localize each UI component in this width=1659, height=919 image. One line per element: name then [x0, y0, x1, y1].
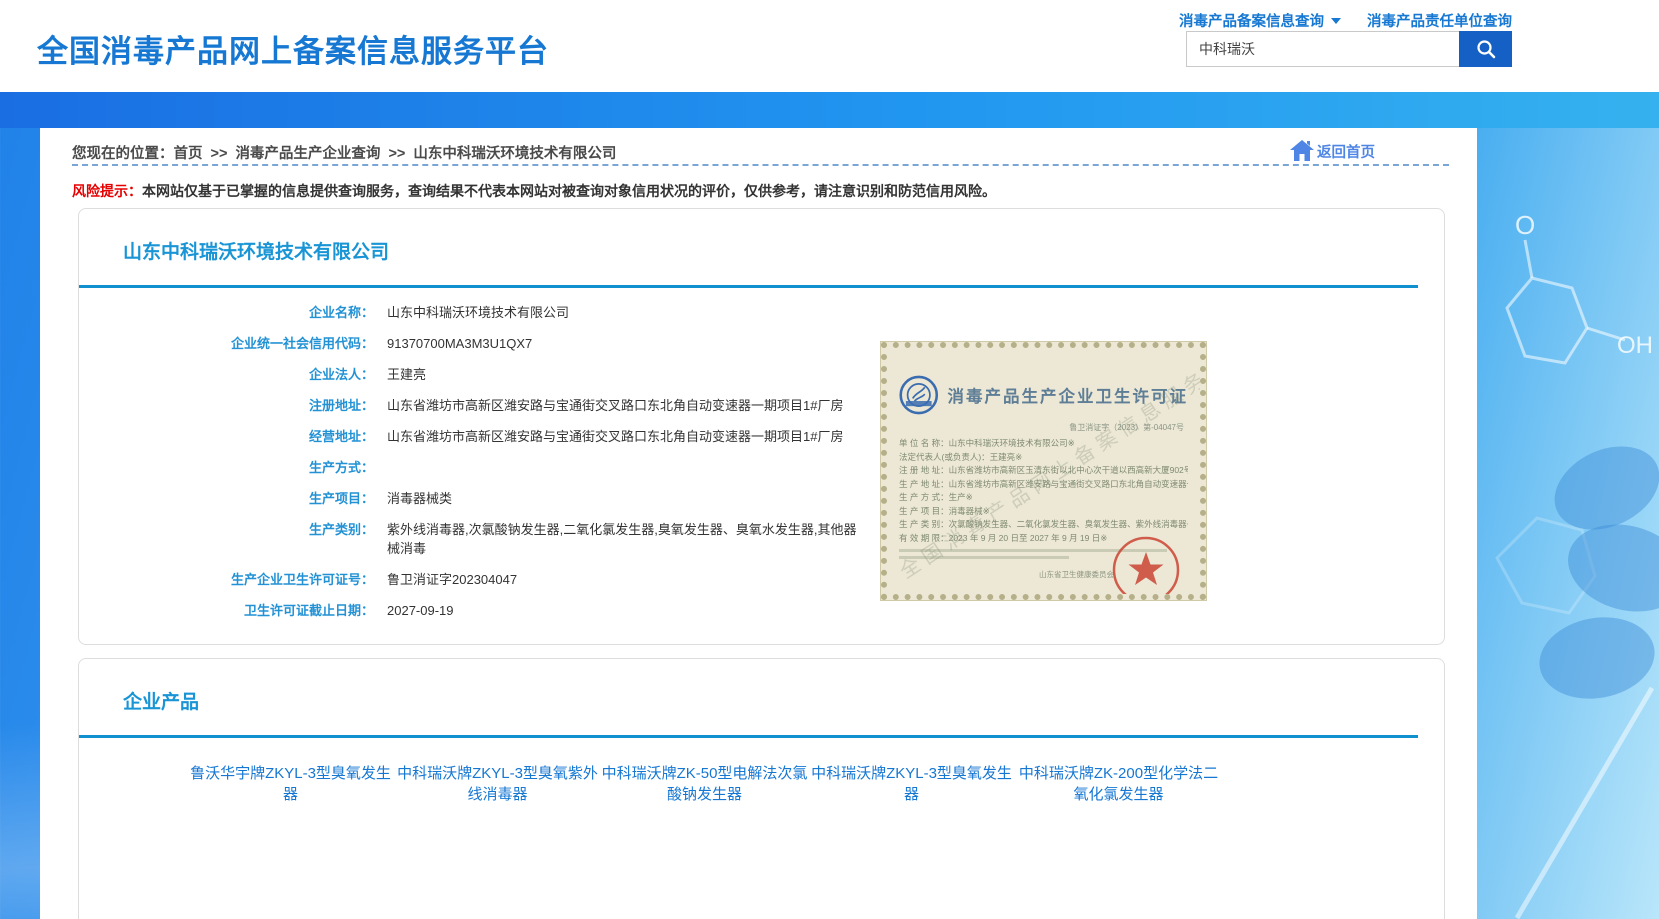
- products-card-title: 企业产品: [123, 687, 199, 714]
- field-label: 生产类别：: [79, 520, 374, 558]
- field-row-credit-code: 企业统一社会信用代码： 91370700MA3M3U1QX7: [79, 334, 939, 353]
- field-value: 山东中科瑞沃环境技术有限公司: [387, 303, 569, 322]
- field-row-company-name: 企业名称： 山东中科瑞沃环境技术有限公司: [79, 303, 939, 322]
- certificate-row: 生 产 方 式：生产※: [899, 491, 1188, 505]
- back-home-label: 返回首页: [1317, 141, 1375, 162]
- home-icon: [1289, 138, 1315, 162]
- risk-notice-text: 本网站仅基于已掌握的信息提供查询服务，查询结果不代表本网站对被查询对象信用状况的…: [142, 183, 996, 199]
- certificate-row: 生 产 类 别：次氯酸钠发生器、二氧化氯发生器、臭氧发生器、紫外线消毒器※: [899, 518, 1188, 532]
- chevron-down-icon: [1331, 18, 1341, 24]
- certificate-inner: 全国消毒产品网上备案信息服务平台 消毒产品生产企业卫生许可证 鲁卫消证字（202…: [887, 348, 1200, 594]
- product-list: 鲁沃华宇牌ZKYL-3型臭氧发生器 中科瑞沃牌ZKYL-3型臭氧紫外线消毒器 中…: [187, 763, 1367, 819]
- certificate-fineprint-line: [899, 556, 1069, 559]
- certificate-row: 生 产 项 目：消毒器械※: [899, 505, 1188, 519]
- product-link[interactable]: 中科瑞沃牌ZKYL-3型臭氧紫外线消毒器: [394, 763, 601, 805]
- certificate-emblem-icon: [899, 372, 939, 418]
- search-button[interactable]: [1459, 31, 1512, 67]
- field-row-production-method: 生产方式：: [79, 458, 939, 477]
- certificate-rows: 单 位 名 称：山东中科瑞沃环境技术有限公司※ 法定代表人(或负责人)：王建亮※…: [899, 437, 1188, 545]
- field-value: 山东省潍坊市高新区潍安路与宝通街交叉路口东北角自动变速器一期项目1#厂房: [387, 396, 843, 415]
- field-label: 生产项目：: [79, 489, 374, 508]
- certificate-row: 单 位 名 称：山东中科瑞沃环境技术有限公司※: [899, 437, 1188, 451]
- dashed-divider: [72, 164, 1449, 166]
- field-value: 消毒器械类: [387, 489, 452, 508]
- field-value: 紫外线消毒器,次氯酸钠发生器,二氧化氯发生器,臭氧发生器、臭氧水发生器,其他器械…: [387, 520, 867, 558]
- nav-link-label: 消毒产品备案信息查询: [1179, 10, 1324, 31]
- field-value: 2027-09-19: [387, 601, 454, 620]
- breadcrumb-link-home[interactable]: 首页: [174, 146, 203, 162]
- risk-notice-label: 风险提示：: [72, 183, 142, 199]
- breadcrumb: 您现在的位置：首页 >> 消毒产品生产企业查询 >> 山东中科瑞沃环境技术有限公司: [72, 142, 616, 163]
- field-row-license-expiry-date: 卫生许可证截止日期： 2027-09-19: [79, 601, 939, 620]
- back-home-link[interactable]: 返回首页: [1289, 138, 1375, 162]
- company-info-card: 山东中科瑞沃环境技术有限公司 企业名称： 山东中科瑞沃环境技术有限公司 企业统一…: [78, 208, 1445, 645]
- field-label: 企业法人：: [79, 365, 374, 384]
- site-title: 全国消毒产品网上备案信息服务平台: [37, 26, 549, 71]
- magnifier-icon: [1474, 37, 1498, 61]
- breadcrumb-separator: >>: [211, 146, 228, 162]
- molecule-atom-label-oh: OH: [1617, 332, 1653, 359]
- field-value: 山东省潍坊市高新区潍安路与宝通街交叉路口东北角自动变速器一期项目1#厂房: [387, 427, 843, 446]
- field-row-business-address: 经营地址： 山东省潍坊市高新区潍安路与宝通街交叉路口东北角自动变速器一期项目1#…: [79, 427, 939, 446]
- site-header: 全国消毒产品网上备案信息服务平台 消毒产品备案信息查询 消毒产品责任单位查询: [0, 0, 1659, 92]
- certificate-header: 消毒产品生产企业卫生许可证: [899, 372, 1188, 418]
- product-link[interactable]: 中科瑞沃牌ZK-50型电解法次氯酸钠发生器: [601, 763, 808, 805]
- red-seal-icon: [1110, 534, 1182, 600]
- field-value: 鲁卫消证字202304047: [387, 570, 517, 589]
- nav-link-record-info-query[interactable]: 消毒产品备案信息查询: [1179, 10, 1341, 31]
- field-row-hygiene-license-number: 生产企业卫生许可证号： 鲁卫消证字202304047: [79, 570, 939, 589]
- certificate-number: 鲁卫消证字（2023）第-04047号: [899, 422, 1188, 433]
- field-label: 企业名称：: [79, 303, 374, 322]
- company-fields: 企业名称： 山东中科瑞沃环境技术有限公司 企业统一社会信用代码： 9137070…: [79, 303, 939, 632]
- card-title-rule: [79, 285, 1418, 288]
- field-row-registered-address: 注册地址： 山东省潍坊市高新区潍安路与宝通街交叉路口东北角自动变速器一期项目1#…: [79, 396, 939, 415]
- field-label: 卫生许可证截止日期：: [79, 601, 374, 620]
- breadcrumb-link-enterprise-query[interactable]: 消毒产品生产企业查询: [235, 146, 380, 162]
- field-label: 经营地址：: [79, 427, 374, 446]
- field-label: 生产企业卫生许可证号：: [79, 570, 374, 589]
- certificate-row: 生 产 地 址：山东省潍坊市高新区潍安路与宝通街交叉路口东北角自动变速器一期项目…: [899, 478, 1188, 492]
- certificate-row: 注 册 地 址：山东省潍坊市高新区玉清东街以北中心次干道以西高新大厦902号科研…: [899, 464, 1188, 478]
- molecule-atom-label-o: O: [1515, 210, 1535, 240]
- field-row-production-category: 生产类别： 紫外线消毒器,次氯酸钠发生器,二氧化氯发生器,臭氧发生器、臭氧水发生…: [79, 520, 939, 558]
- breadcrumb-separator: >>: [388, 146, 405, 162]
- certificate-title: 消毒产品生产企业卫生许可证: [948, 383, 1189, 407]
- risk-notice: 风险提示：本网站仅基于已掌握的信息提供查询服务，查询结果不代表本网站对被查询对象…: [72, 181, 996, 201]
- certificate-issuer: 山东省卫生健康委员会: [1039, 569, 1114, 580]
- field-label: 注册地址：: [79, 396, 374, 415]
- company-card-title: 山东中科瑞沃环境技术有限公司: [123, 237, 389, 264]
- nav-link-responsible-unit-query[interactable]: 消毒产品责任单位查询: [1367, 10, 1512, 31]
- field-value: 91370700MA3M3U1QX7: [387, 334, 532, 353]
- main-content: 您现在的位置：首页 >> 消毒产品生产企业查询 >> 山东中科瑞沃环境技术有限公司 返回…: [40, 128, 1477, 919]
- nav-link-label: 消毒产品责任单位查询: [1367, 10, 1512, 31]
- field-row-legal-person: 企业法人： 王建亮: [79, 365, 939, 384]
- breadcrumb-row: 您现在的位置：首页 >> 消毒产品生产企业查询 >> 山东中科瑞沃环境技术有限公司 返回…: [72, 134, 1445, 174]
- search-input[interactable]: [1186, 31, 1459, 67]
- product-link[interactable]: 鲁沃华宇牌ZKYL-3型臭氧发生器: [187, 763, 394, 805]
- hygiene-license-certificate-image: 全国消毒产品网上备案信息服务平台 消毒产品生产企业卫生许可证 鲁卫消证字（202…: [881, 342, 1206, 600]
- field-label: 生产方式：: [79, 458, 374, 477]
- header-band: [0, 92, 1659, 128]
- product-link[interactable]: 中科瑞沃牌ZK-200型化学法二氧化氯发生器: [1015, 763, 1222, 805]
- search-bar: [1186, 31, 1512, 67]
- field-row-production-project: 生产项目： 消毒器械类: [79, 489, 939, 508]
- header-nav: 消毒产品备案信息查询 消毒产品责任单位查询: [1179, 10, 1512, 31]
- company-products-card: 企业产品 鲁沃华宇牌ZKYL-3型臭氧发生器 中科瑞沃牌ZKYL-3型臭氧紫外线…: [78, 658, 1445, 919]
- breadcrumb-current-page: 山东中科瑞沃环境技术有限公司: [413, 146, 616, 162]
- field-value: 王建亮: [387, 365, 426, 384]
- product-link[interactable]: 中科瑞沃牌ZKYL-3型臭氧发生器: [808, 763, 1015, 805]
- background-illustration: O OH: [1477, 128, 1659, 919]
- field-label: 企业统一社会信用代码：: [79, 334, 374, 353]
- card-title-rule: [79, 735, 1418, 738]
- certificate-row: 法定代表人(或负责人)：王建亮※: [899, 451, 1188, 465]
- breadcrumb-prefix: 您现在的位置：: [72, 146, 174, 162]
